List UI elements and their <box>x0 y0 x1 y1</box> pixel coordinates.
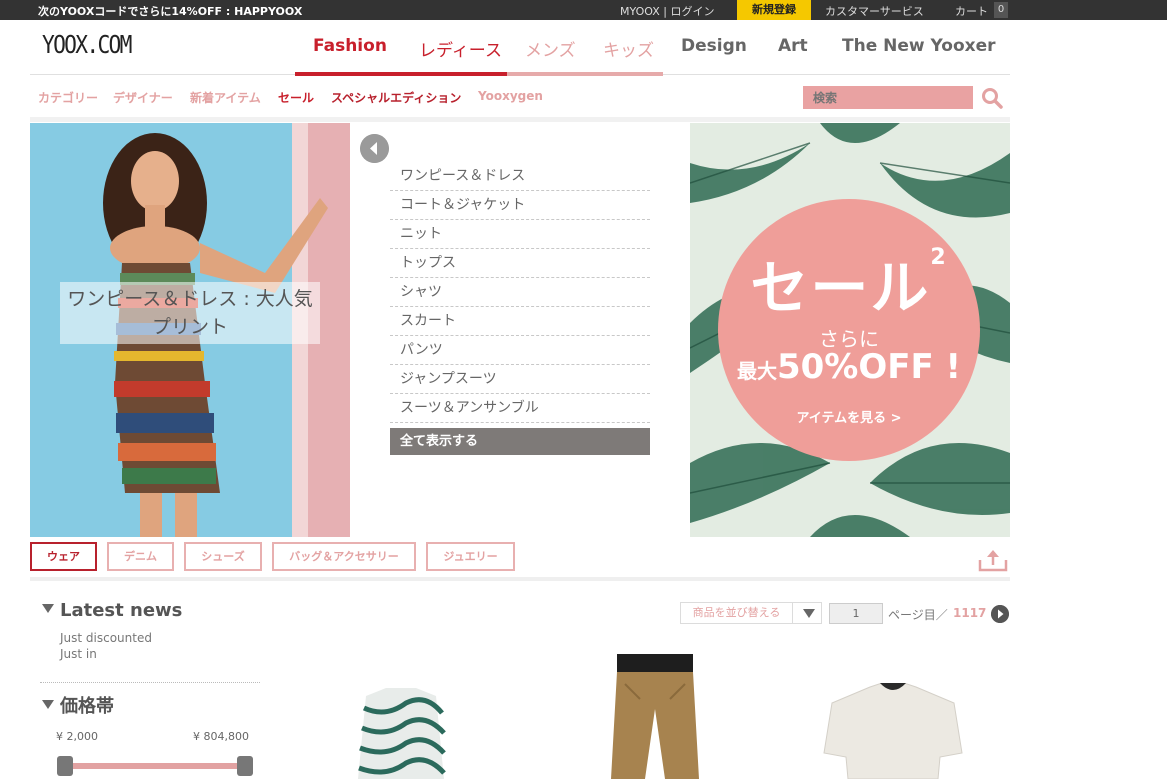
promo-text: 次のYOOXコードでさらに14%OFF : HAPPYOOX <box>38 5 303 18</box>
product-image-white-blouse <box>823 683 963 779</box>
tab-shoes[interactable]: シューズ <box>184 542 262 571</box>
nav-kids[interactable]: キッズ <box>603 36 654 61</box>
top-bar: 次のYOOXコードでさらに14%OFF : HAPPYOOX MYOOX | ロ… <box>0 0 1167 20</box>
news-link-just-discounted[interactable]: Just discounted <box>60 631 152 645</box>
sale-title: セール2 <box>750 245 948 322</box>
search-icon[interactable] <box>980 86 1004 110</box>
subnav-sale[interactable]: セール <box>278 89 314 106</box>
price-slider-max-handle[interactable] <box>237 756 253 776</box>
category-item-knitwear[interactable]: ニット <box>390 220 650 249</box>
nav-art[interactable]: Art <box>778 36 808 56</box>
back-arrow-icon[interactable] <box>360 134 389 163</box>
sort-dropdown[interactable]: 商品を並び替える <box>680 602 822 624</box>
myoox-login-link[interactable]: MYOOX | ログイン <box>620 3 714 19</box>
sale-banner[interactable]: セール2 さらに 最大50%OFF ! アイテムを見る > <box>690 123 1010 537</box>
tab-wear[interactable]: ウェア <box>30 542 97 571</box>
tab-denim[interactable]: デニム <box>107 542 174 571</box>
nav-mens[interactable]: メンズ <box>525 36 576 61</box>
sale-discount: 最大50%OFF ! <box>736 347 962 387</box>
collapse-triangle-icon <box>42 604 54 613</box>
price-slider-min-handle[interactable] <box>57 756 73 776</box>
subnav-yooxygen[interactable]: Yooxygen <box>478 89 543 103</box>
category-list: ワンピース＆ドレス コート＆ジャケット ニット トップス シャツ スカート パン… <box>390 162 650 423</box>
next-page-icon[interactable] <box>991 605 1009 623</box>
product-image-zebra-top <box>358 688 446 779</box>
header-separator <box>30 117 1010 122</box>
price-min-label: ¥ 2,000 <box>56 730 98 743</box>
price-slider-track[interactable] <box>65 763 245 769</box>
page-number-input[interactable] <box>829 603 883 624</box>
subnav-special-edition[interactable]: スペシャルエディション <box>331 89 461 106</box>
category-item-tops[interactable]: トップス <box>390 249 650 278</box>
cart-link[interactable]: カート <box>955 3 988 19</box>
nav-ladies[interactable]: レディース <box>419 36 502 61</box>
latest-news-title[interactable]: Latest news <box>42 600 182 621</box>
hero-caption-line2: プリント <box>151 316 228 338</box>
nav-active-indicator <box>295 72 507 76</box>
category-item-coats-jackets[interactable]: コート＆ジャケット <box>390 191 650 220</box>
sort-label: 商品を並び替える <box>681 603 793 623</box>
price-range-title[interactable]: 価格帯 <box>42 692 114 718</box>
price-max-label: ¥ 804,800 <box>193 730 249 743</box>
chevron-down-icon <box>803 609 815 618</box>
nav-indicator-secondary <box>507 72 663 76</box>
category-item-jumpsuits[interactable]: ジャンプスーツ <box>390 365 650 394</box>
product-card[interactable] <box>356 688 446 779</box>
register-button[interactable]: 新規登録 <box>737 0 811 20</box>
hero-caption[interactable]: ワンピース＆ドレス : 大人気 プリント <box>60 282 320 344</box>
customer-service-link[interactable]: カスタマーサービス <box>825 3 924 19</box>
nav-design[interactable]: Design <box>681 36 747 56</box>
show-all-button[interactable]: 全て表示する <box>390 428 650 455</box>
subnav-new-arrivals[interactable]: 新着アイテム <box>190 89 261 106</box>
category-item-dresses[interactable]: ワンピース＆ドレス <box>390 162 650 191</box>
page-suffix-label: ページ目／ <box>888 608 948 622</box>
subnav-designer[interactable]: デザイナー <box>113 89 173 106</box>
tab-bags-accessories[interactable]: バッグ＆アクセサリー <box>272 542 416 571</box>
category-item-skirts[interactable]: スカート <box>390 307 650 336</box>
tab-jewelry[interactable]: ジュエリー <box>426 542 515 571</box>
category-item-pants[interactable]: パンツ <box>390 336 650 365</box>
site-logo[interactable]: YOOX.COM <box>42 30 132 59</box>
subnav-category[interactable]: カテゴリー <box>38 89 98 106</box>
news-link-just-in[interactable]: Just in <box>60 647 97 661</box>
sale-superscript: 2 <box>930 245 948 270</box>
product-image-brown-pants <box>611 654 699 779</box>
nav-the-new-yooxer[interactable]: The New Yooxer <box>842 36 996 56</box>
cart-count-badge: 0 <box>994 2 1008 18</box>
hero-caption-line1: ワンピース＆ドレス : 大人気 <box>67 288 313 310</box>
total-pages[interactable]: 1117 <box>953 606 986 620</box>
nav-fashion[interactable]: Fashion <box>313 36 387 56</box>
tabs-separator <box>30 577 1010 581</box>
share-icon[interactable] <box>978 548 1008 572</box>
category-item-shirts[interactable]: シャツ <box>390 278 650 307</box>
product-card[interactable] <box>605 654 705 779</box>
category-item-suits[interactable]: スーツ＆アンサンブル <box>390 394 650 423</box>
collapse-triangle-icon <box>42 700 54 709</box>
search-input[interactable] <box>803 86 973 109</box>
product-card[interactable] <box>822 683 964 779</box>
sale-circle: セール2 さらに 最大50%OFF ! アイテムを見る > <box>718 199 980 461</box>
filter-divider <box>40 682 260 683</box>
sale-view-items-link[interactable]: アイテムを見る > <box>718 407 980 426</box>
